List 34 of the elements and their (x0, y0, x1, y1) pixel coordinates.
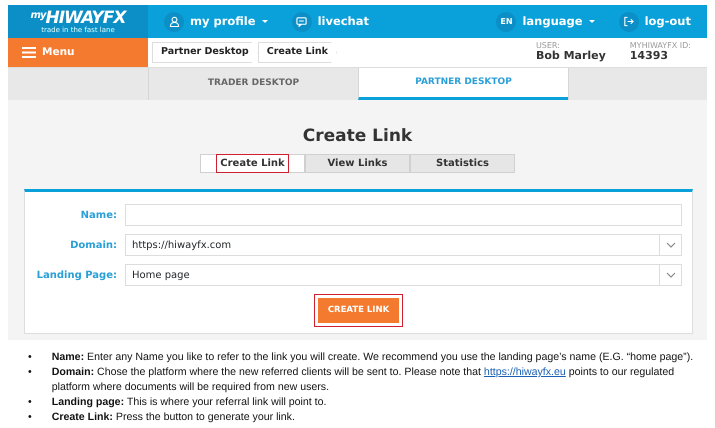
select-field[interactable]: Home page (125, 264, 682, 286)
bullet-text: Name: Enter any Name you like to refer to the link you will create. We recommend you use the landing page’s name (E.G. “home page”). (52, 350, 694, 365)
field-label: Landing Page: (36, 268, 117, 283)
chat-bubble-icon (292, 12, 312, 32)
user-value: Bob Marley (536, 50, 606, 63)
field-label: Domain: (69, 238, 117, 253)
name-field[interactable] (125, 204, 682, 226)
bullet-marker: • (28, 365, 32, 380)
bullet-marker: • (28, 410, 32, 425)
chevron-down-icon (666, 242, 676, 248)
link[interactable]: https://hiwayfx.eu (484, 366, 566, 378)
bullet-text: Domain: Chose the platform where the new referred clients will be sent to. Please note that https://hiwayfx.eu points to our regulated platform where documents will be required from new users. (52, 365, 676, 395)
id-label: MYHIWAYFX ID: (630, 42, 691, 50)
language-link[interactable]: EN language (496, 12, 595, 32)
bullet-text: Create Link: Press the button to generate your link. (52, 410, 295, 425)
select-field[interactable]: https://hiwayfx.com (125, 234, 682, 256)
page-title: Create Link (302, 126, 414, 146)
menu-icon (22, 47, 36, 58)
highlight-frame: Create Link (216, 154, 289, 174)
bullet-marker: • (28, 350, 32, 365)
user-label: USER: (536, 42, 561, 50)
breadcrumb-link[interactable]: Partner Desktop (152, 42, 258, 63)
breadcrumb-link[interactable]: Create Link (258, 42, 337, 63)
bullet-marker: • (28, 395, 32, 410)
chevron-down-icon (666, 272, 676, 278)
id-value: 14393 (630, 50, 670, 63)
sub-tab[interactable]: Create Link (200, 154, 305, 174)
sub-tab[interactable]: View Links (305, 154, 410, 174)
bullet-text: Landing page: This is where your referral link will point to. (52, 395, 326, 410)
language-code-badge: EN (496, 12, 516, 32)
user-icon (164, 12, 184, 32)
sub-tab[interactable]: Statistics (410, 154, 515, 174)
logout-icon (618, 12, 639, 32)
field-label: Name: (80, 208, 117, 223)
